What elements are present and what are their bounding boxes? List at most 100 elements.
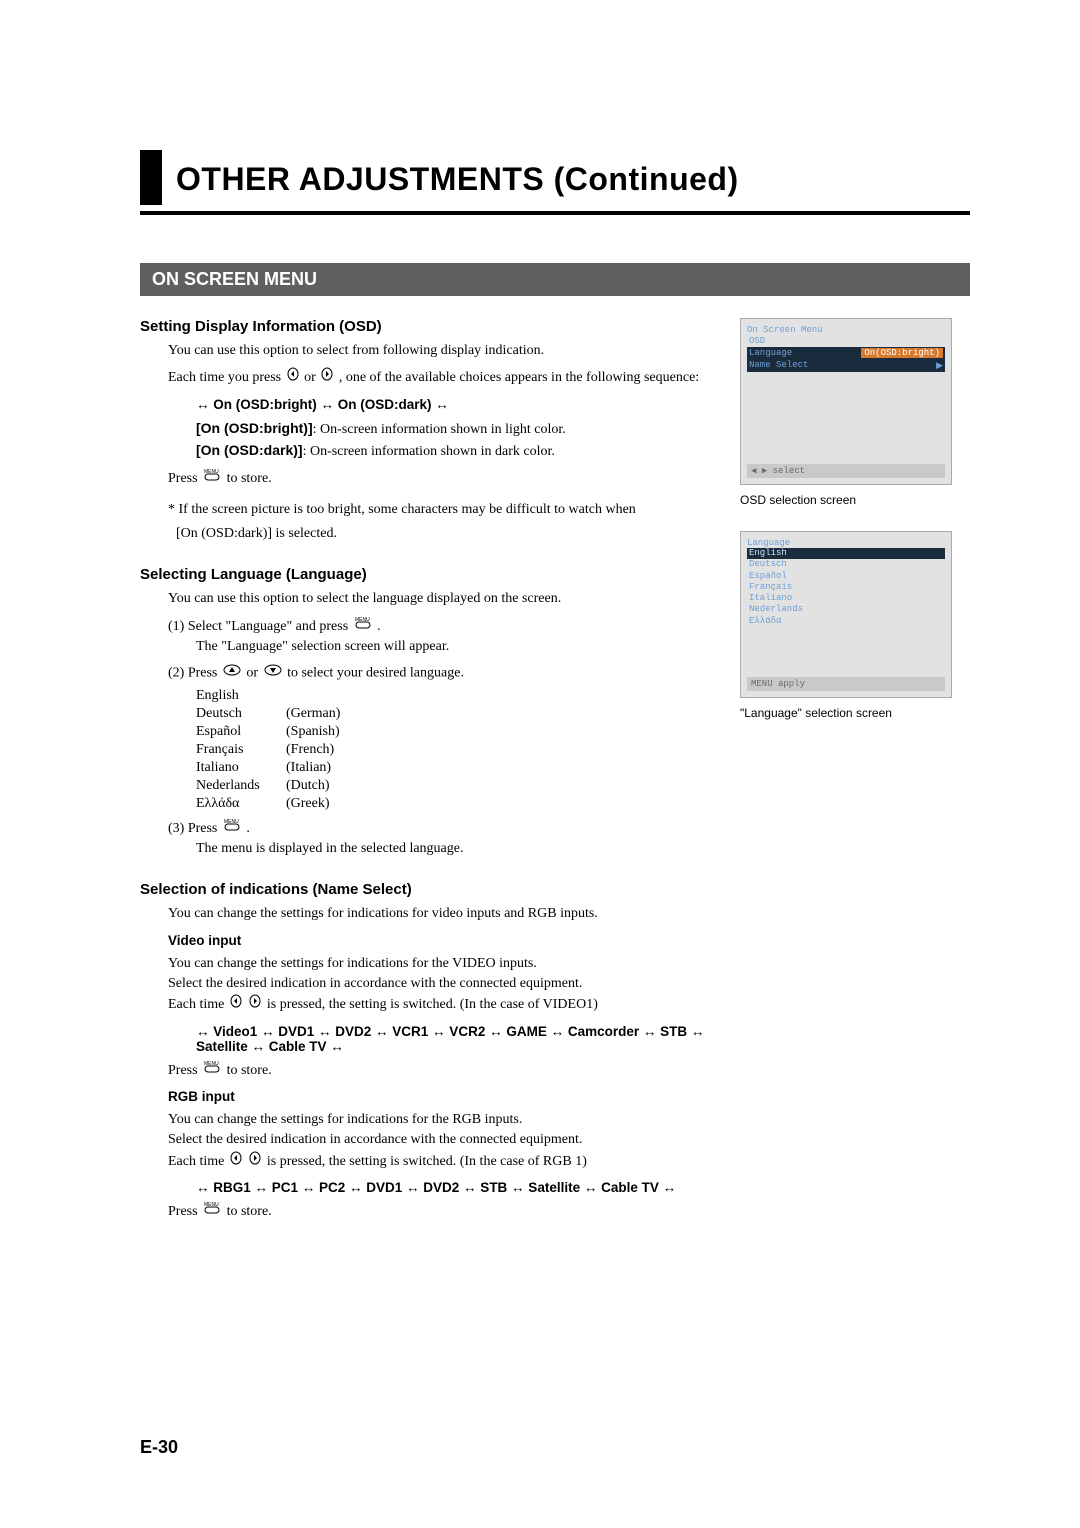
down-arrow-button-icon	[264, 663, 282, 683]
lang-gloss: (German)	[286, 706, 720, 722]
menu-button-icon: MENU	[223, 818, 241, 839]
menu-button-icon: MENU	[203, 1060, 221, 1081]
name-p1: You can change the settings for indicati…	[168, 904, 720, 924]
video-p3: Each time is pressed, the setting is swi…	[168, 994, 720, 1015]
or-text: or	[304, 370, 319, 385]
lang-shot-item: Nederlands	[747, 604, 945, 615]
lang-gloss	[286, 688, 720, 704]
lang-name: Italiano	[196, 760, 286, 776]
lang-gloss: (Italian)	[286, 760, 720, 776]
lang-shot-item: Italiano	[747, 593, 945, 604]
lang-shot-item: Ελλάδα	[747, 616, 945, 627]
osd-p2a: Each time you press	[168, 370, 285, 385]
video-sequence: ↔ Video1 ↔ DVD1 ↔ DVD2 ↔ VCR1 ↔ VCR2 ↔ G…	[196, 1024, 720, 1054]
lang-gloss: (Greek)	[286, 796, 720, 812]
lang-shot-title: Language	[747, 538, 945, 548]
osd-subheading: Setting Display Information (OSD)	[140, 318, 720, 335]
osd-shot-title: On Screen Menu	[747, 325, 945, 335]
page-title-row: OTHER ADJUSTMENTS (Continued)	[140, 150, 970, 215]
osd-row-val: On(OSD:bright)	[861, 348, 943, 358]
lang-shot-list: English Deutsch Español Français Italian…	[747, 548, 945, 627]
lang-name: Ελλάδα	[196, 796, 286, 812]
lang-shot-item: Deutsch	[747, 559, 945, 570]
osd-warn2: [On (OSD:dark)] is selected.	[176, 524, 720, 544]
osd-row-val: ▶	[936, 360, 943, 371]
lang-name: Nederlands	[196, 778, 286, 794]
lang-step1c: The "Language" selection screen will app…	[196, 637, 720, 657]
press-store-1: Press MENU to store.	[168, 468, 720, 489]
lang-name: Español	[196, 724, 286, 740]
video-p1: You can change the settings for indicati…	[168, 954, 720, 974]
lang-step2b: to select your desired language.	[287, 666, 464, 681]
video-p3b: is pressed, the setting is switched. (In…	[267, 997, 598, 1012]
lang-step1b: .	[377, 618, 381, 633]
page-title: OTHER ADJUSTMENTS (Continued)	[176, 150, 739, 205]
lang-step3a: (3) Press	[168, 821, 221, 836]
osd-screenshot: On Screen Menu OSD Language On(OSD:bright…	[740, 318, 952, 485]
lang-shot-footer: MENU apply	[747, 677, 945, 691]
press-b3: to store.	[227, 1204, 272, 1219]
osd-shot-row: Language On(OSD:bright)	[747, 347, 945, 359]
menu-button-icon: MENU	[203, 1201, 221, 1222]
osd-bright-desc: : On-screen information shown in light c…	[313, 422, 566, 437]
rgb-p3a: Each time	[168, 1153, 228, 1168]
press-a1: Press	[168, 471, 201, 486]
osd-row-key: Language	[749, 348, 792, 358]
osd-shot-footer: ◀ ▶ select	[747, 464, 945, 478]
lang-gloss: (Dutch)	[286, 778, 720, 794]
osd-row-key: OSD	[749, 336, 765, 346]
rgb-p3: Each time is pressed, the setting is swi…	[168, 1151, 720, 1172]
press-store-3: Press MENU to store.	[168, 1201, 720, 1222]
menu-button-icon: MENU	[203, 468, 221, 489]
osd-shot-row: Name Select▶	[747, 359, 945, 372]
osd-dark-desc: : On-screen information shown in dark co…	[303, 444, 555, 459]
press-b2: to store.	[227, 1062, 272, 1077]
osd-dark-label: [On (OSD:dark)]	[196, 442, 303, 458]
right-arrow-button-icon	[249, 1151, 261, 1172]
osd-sequence: ↔ On (OSD:bright) ↔ On (OSD:dark) ↔	[196, 397, 720, 412]
section-heading: ON SCREEN MENU	[140, 263, 970, 296]
menu-button-icon: MENU	[354, 616, 372, 637]
lang-name: Français	[196, 742, 286, 758]
lang-step3c: The menu is displayed in the selected la…	[196, 839, 720, 859]
press-a3: Press	[168, 1204, 201, 1219]
name-select-subheading: Selection of indications (Name Select)	[140, 881, 720, 898]
page-number: E-30	[140, 1437, 178, 1458]
right-arrow-button-icon	[321, 367, 333, 388]
lang-subheading: Selecting Language (Language)	[140, 566, 720, 583]
video-p2: Select the desired indication in accorda…	[168, 974, 720, 994]
lang-step2a: (2) Press	[168, 666, 221, 681]
osd-bright-label: [On (OSD:bright)]	[196, 420, 313, 436]
rgb-p2: Select the desired indication in accorda…	[168, 1130, 720, 1150]
lang-step1: (1) Select "Language" and press MENU .	[168, 616, 720, 637]
up-arrow-button-icon	[223, 663, 241, 683]
title-ornament	[140, 150, 162, 205]
language-screenshot: Language English Deutsch Español Françai…	[740, 531, 952, 698]
osd-p2: Each time you press or , one of the avai…	[168, 367, 720, 388]
lang-gloss: (French)	[286, 742, 720, 758]
left-arrow-button-icon	[230, 994, 242, 1015]
or-text-2: or	[246, 666, 261, 681]
osd-bright-line: [On (OSD:bright)]: On-screen information…	[196, 418, 720, 440]
osd-p2b: , one of the available choices appears i…	[339, 370, 699, 385]
rgb-p1: You can change the settings for indicati…	[168, 1110, 720, 1130]
video-input-label: Video input	[168, 933, 720, 948]
osd-shot-row: OSD	[747, 335, 945, 347]
lang-step3b: .	[246, 821, 250, 836]
lang-step3: (3) Press MENU .	[168, 818, 720, 839]
osd-warn: * If the screen picture is too bright, s…	[168, 500, 720, 520]
lang-step1a: (1) Select "Language" and press	[168, 618, 352, 633]
lang-gloss: (Spanish)	[286, 724, 720, 740]
press-a2: Press	[168, 1062, 201, 1077]
left-arrow-button-icon	[287, 367, 299, 388]
lang-shot-item: English	[747, 548, 945, 559]
lang-shot-item: Français	[747, 582, 945, 593]
osd-p1: You can use this option to select from f…	[168, 341, 720, 361]
video-p3a: Each time	[168, 997, 228, 1012]
rgb-sequence: ↔ RBG1 ↔ PC1 ↔ PC2 ↔ DVD1 ↔ DVD2 ↔ STB ↔…	[196, 1180, 720, 1195]
osd-screenshot-caption: OSD selection screen	[740, 493, 970, 507]
left-arrow-button-icon	[230, 1151, 242, 1172]
osd-dark-line: [On (OSD:dark)]: On-screen information s…	[196, 440, 720, 462]
language-screenshot-caption: "Language" selection screen	[740, 706, 970, 720]
rgb-p3b: is pressed, the setting is switched. (In…	[267, 1153, 587, 1168]
